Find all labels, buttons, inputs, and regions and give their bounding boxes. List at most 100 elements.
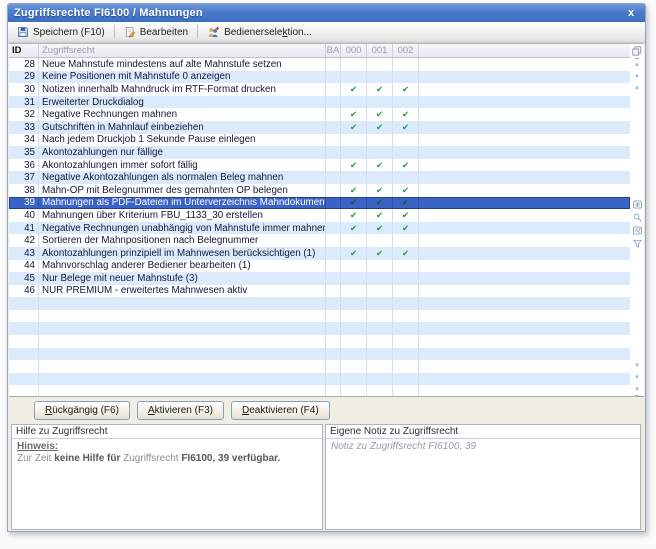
table-row-empty[interactable] [9,310,630,323]
table-row[interactable]: 40Mahnungen über Kriterium FBU_1133_30 e… [9,209,630,222]
table-row-empty[interactable] [9,335,630,348]
table-row[interactable]: 34Nach jedem Druckjob 1 Sekunde Pause ei… [9,134,630,147]
table-row[interactable]: 30Notizen innerhalb Mahndruck im RTF-For… [9,83,630,96]
cell-check-empty [341,385,367,397]
table-row[interactable]: 43Akontozahlungen prinzipiell im Mahnwes… [9,247,630,260]
cell-zugriffsrecht [39,373,326,386]
cell-check-empty [367,335,393,348]
column-header-000[interactable]: 000 [341,44,367,57]
table-row[interactable]: 29Keine Positionen mit Mahnstufe 0 anzei… [9,71,630,84]
column-width-icon[interactable] [633,198,642,211]
cell-filler [419,222,630,235]
cell-id: 42 [9,234,39,247]
cell-id: 32 [9,108,39,121]
table-row[interactable]: 39Mahnungen als PDF-Dateien im Unterverz… [9,197,630,210]
check-icon: ✔ [341,108,367,121]
table-row-empty[interactable] [9,322,630,335]
edit-button[interactable]: Bearbeiten [119,24,193,40]
table-row-empty[interactable] [9,348,630,361]
cell-id: 28 [9,58,39,71]
grid-side-strip: ▴ ▴ ▴ [630,44,644,396]
table-row[interactable]: 31Erweiterter Druckdialog [9,96,630,109]
operator-selection-label: Bedienerselektion... [224,27,312,38]
cell-check-empty [341,96,367,109]
table-row-empty[interactable] [9,360,630,373]
table-row-empty[interactable] [9,373,630,386]
cell-check-empty [367,297,393,310]
table-row[interactable]: 38Mahn-OP mit Belegnummer des gemahnten … [9,184,630,197]
cell-check-empty [393,297,419,310]
table-row[interactable]: 36Akontozahlungen immer sofort fällig✔✔✔ [9,159,630,172]
cell-id: 35 [9,146,39,159]
check-icon: ✔ [341,159,367,172]
cell-ba [326,260,341,273]
toolbar-separator [197,25,198,39]
scroll-up-icon[interactable]: ▴ [635,82,639,94]
table-row[interactable]: 32Negative Rechnungen mahnen✔✔✔ [9,108,630,121]
cell-filler [419,134,630,147]
column-header-001[interactable]: 001 [367,44,393,57]
cell-ba [326,322,341,335]
undo-button[interactable]: Rückgängig (F6) [34,401,130,420]
column-header-002[interactable]: 002 [393,44,419,57]
cell-id: 39 [9,197,39,210]
check-icon: ✔ [341,184,367,197]
cell-check-empty [393,348,419,361]
note-text[interactable]: Notiz zu Zugriffsrecht FI6100, 39 [326,439,640,529]
cell-id: 40 [9,209,39,222]
cell-filler [419,209,630,222]
search-icon[interactable] [633,211,642,224]
cell-check-empty [367,71,393,84]
help-text-segment: FI6100, 39 verfügbar. [181,453,280,464]
cell-ba [326,121,341,134]
column-header-id[interactable]: ID [9,44,39,57]
filter-icon[interactable] [633,237,642,250]
table-row[interactable]: 33Gutschriften in Mahnlauf einbeziehen✔✔… [9,121,630,134]
cell-check-empty [341,360,367,373]
operator-selection-button[interactable]: Bedienerselektion... [202,24,317,40]
cell-ba [326,58,341,71]
cell-ba [326,285,341,298]
table-row[interactable]: 44Mahnvorschlag anderer Bediener bearbei… [9,260,630,273]
table-row[interactable]: 41Negative Rechnungen unabhängig von Mah… [9,222,630,235]
table-row[interactable]: 35Akontozahlungen nur fällige [9,146,630,159]
cell-check-empty [393,272,419,285]
cell-check-empty [393,234,419,247]
table-row-empty[interactable] [9,297,630,310]
deactivate-button[interactable]: Deaktivieren (F4) [231,401,330,420]
page-down-icon[interactable]: ▾ [635,372,639,384]
cell-check-empty [393,385,419,397]
cell-ba [326,360,341,373]
sort-icon[interactable] [633,224,642,237]
column-header-ba[interactable]: BA [326,44,341,57]
cell-check-empty [367,310,393,323]
help-text-segment: Zugriffsrecht [123,453,181,464]
scroll-to-top-icon[interactable]: ▴ [635,58,639,70]
cell-check-empty [341,260,367,273]
cell-ba [326,108,341,121]
cell-filler [419,360,630,373]
check-icon: ✔ [341,222,367,235]
cell-filler [419,197,630,210]
page-up-icon[interactable]: ▴ [635,70,639,82]
help-panel-header: Hilfe zu Zugriffsrecht [12,425,322,439]
activate-button[interactable]: Aktivieren (F3) [137,401,224,420]
table-row[interactable]: 37Negative Akontozahlungen als normalen … [9,171,630,184]
save-button[interactable]: Speichern (F10) [12,24,110,40]
title-bar[interactable]: Zugriffsrechte FI6100 / Mahnungen x [8,4,645,22]
scroll-to-bottom-icon[interactable]: ▾ [635,384,639,396]
cell-ba [326,247,341,260]
grid-header-row: ID Zugriffsrecht BA 000 001 002 [9,44,630,58]
table-row[interactable]: 42Sortieren der Mahnpositionen nach Bele… [9,234,630,247]
close-icon[interactable]: x [623,7,639,19]
table-row[interactable]: 45Nur Belege mit neuer Mahnstufe (3) [9,272,630,285]
table-row-empty[interactable] [9,385,630,397]
copy-icon[interactable] [632,44,642,58]
table-row[interactable]: 28Neue Mahnstufe mindestens auf alte Mah… [9,58,630,71]
check-icon: ✔ [393,247,419,260]
column-header-zugriffsrecht[interactable]: Zugriffsrecht [39,44,326,57]
table-row[interactable]: 46NUR PREMIUM - erweitertes Mahnwesen ak… [9,285,630,298]
cell-ba [326,234,341,247]
cell-zugriffsrecht: Nach jedem Druckjob 1 Sekunde Pause einl… [39,134,326,147]
scroll-down-icon[interactable]: ▾ [635,360,639,372]
